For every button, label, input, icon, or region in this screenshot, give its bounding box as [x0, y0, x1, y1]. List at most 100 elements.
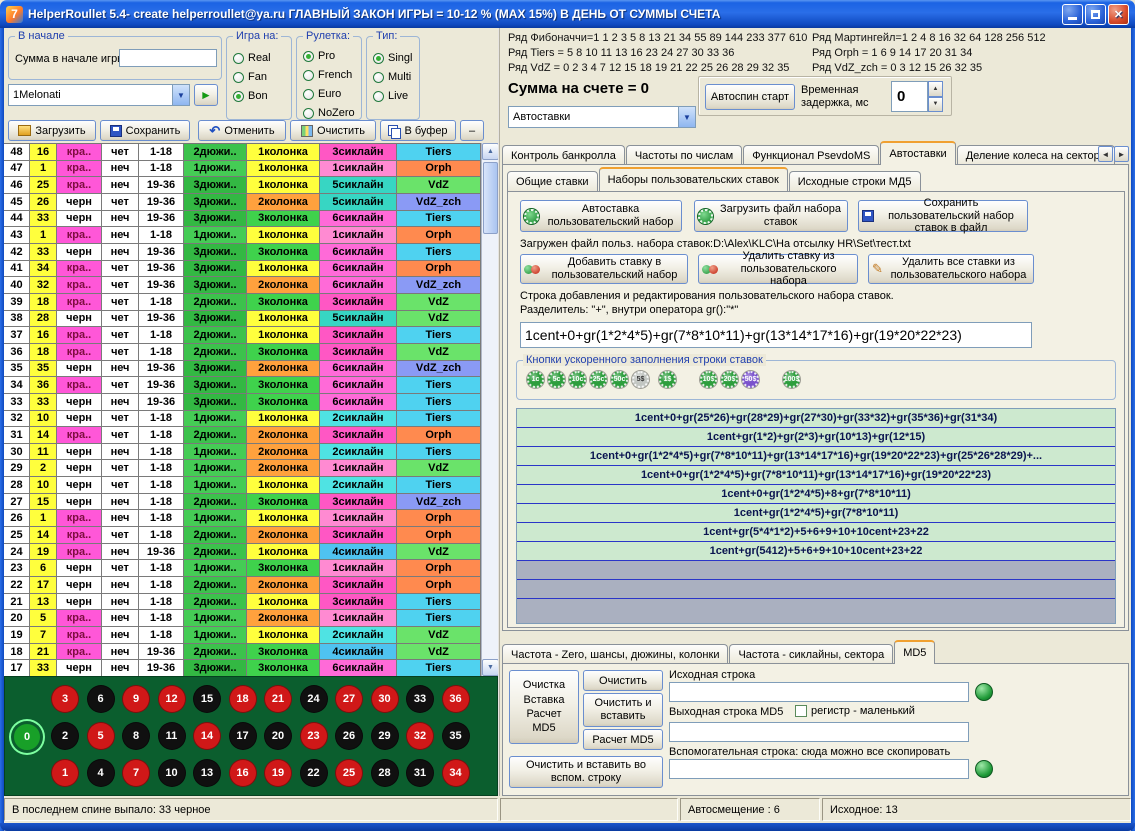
save-bet-file-button[interactable]: Сохранить пользовательский набор ставок … [858, 200, 1028, 232]
board-number-9[interactable]: 9 [122, 685, 150, 713]
board-number-7[interactable]: 7 [122, 759, 150, 787]
board-number-0[interactable]: 0 [13, 723, 41, 751]
history-row[interactable]: 4233черннеч19-363дюжи..3колонка6сиклайнT… [4, 244, 481, 261]
undo-button[interactable]: ↶Отменить [198, 120, 286, 141]
history-row[interactable]: 2514кра..чет1-182дюжи..2колонка3сиклайнO… [4, 527, 481, 544]
main-tab-3[interactable]: Автоставки [880, 141, 955, 165]
mode-combobox[interactable]: Автоставки ▼ [508, 106, 696, 128]
bet-list-item[interactable]: 1cent+0+gr(25*26)+gr(28*29)+gr(27*30)+gr… [517, 409, 1115, 428]
load-button[interactable]: Загрузить [8, 120, 96, 141]
bet-list-item[interactable]: 1cent+gr(1*2*4*5)+gr(7*8*10*11) [517, 504, 1115, 523]
history-row[interactable]: 205кра..неч1-181дюжи..2колонка1сиклайнTi… [4, 610, 481, 627]
history-row[interactable]: 3535черннеч19-363дюжи..2колонка6сиклайнV… [4, 361, 481, 378]
chip-25c[interactable]: 25c [590, 371, 607, 388]
board-number-32[interactable]: 32 [406, 722, 434, 750]
chip-10$[interactable]: 10$ [700, 371, 717, 388]
sub-tab-1[interactable]: Наборы пользовательских ставок [599, 167, 788, 191]
bet-list-item[interactable]: 1cent+0+gr(1*2*4*5)+gr(7*8*10*11)+gr(13*… [517, 447, 1115, 466]
save-button[interactable]: Сохранить [100, 120, 190, 141]
history-row[interactable]: 3716кра..чет1-182дюжи..1колонка3сиклайнT… [4, 327, 481, 344]
md5-clear-paste-button[interactable]: Очистить и вставить [583, 693, 663, 727]
radio-french[interactable]: French [303, 67, 355, 83]
autostake-user-set-button[interactable]: Автоставка пользовательский набор [520, 200, 682, 232]
sub-tab-2[interactable]: Исходные строки МД5 [789, 171, 921, 191]
board-number-25[interactable]: 25 [335, 759, 363, 787]
md5-clear-button[interactable]: Очистить [583, 670, 663, 691]
board-number-3[interactable]: 3 [51, 685, 79, 713]
board-number-27[interactable]: 27 [335, 685, 363, 713]
board-number-15[interactable]: 15 [193, 685, 221, 713]
radio-euro[interactable]: Euro [303, 86, 355, 102]
scrollbar-thumb[interactable] [483, 162, 498, 234]
radio-multi[interactable]: Multi [373, 69, 412, 85]
minimize-button[interactable] [1062, 4, 1083, 25]
history-row[interactable]: 2419кра..неч19-362дюжи..1колонка4сиклайн… [4, 544, 481, 561]
radio-nozero[interactable]: NoZero [303, 105, 355, 121]
board-number-23[interactable]: 23 [300, 722, 328, 750]
sub-tab-0[interactable]: Общие ставки [507, 171, 598, 191]
main-tab-4[interactable]: Деление колеса на сектора [957, 145, 1115, 165]
md5-aux-input[interactable] [669, 759, 969, 779]
radio-pro[interactable]: Pro [303, 48, 355, 64]
board-number-6[interactable]: 6 [87, 685, 115, 713]
bet-string-input[interactable]: 1cent+0+gr(1*2*4*5)+gr(7*8*10*11)+gr(13*… [520, 322, 1032, 348]
history-row[interactable]: 3333черннеч19-363дюжи..3колонка6сиклайнT… [4, 394, 481, 411]
bottom-tab-1[interactable]: Частота - сиклайны, сектора [729, 644, 893, 664]
spinner-down-icon[interactable]: ▼ [928, 97, 943, 113]
bottom-tab-2[interactable]: MD5 [894, 640, 935, 664]
history-row[interactable]: 4032кра..чет19-363дюжи..2колонка6сиклайн… [4, 277, 481, 294]
history-row[interactable]: 2217черннеч1-182дюжи..2колонка3сиклайнOr… [4, 577, 481, 594]
main-tab-2[interactable]: Функционал PsevdoMS [743, 145, 879, 165]
board-number-36[interactable]: 36 [442, 685, 470, 713]
board-number-13[interactable]: 13 [193, 759, 221, 787]
checkbox-icon[interactable] [795, 705, 807, 717]
board-number-19[interactable]: 19 [264, 759, 292, 787]
history-row[interactable]: 236чернчет1-181дюжи..3колонка1сиклайнOrp… [4, 560, 481, 577]
board-number-21[interactable]: 21 [264, 685, 292, 713]
bet-list-item[interactable]: 1cent+0+gr(1*2*4*5)+8+gr(7*8*10*11) [517, 485, 1115, 504]
bottom-tab-0[interactable]: Частота - Zero, шансы, дюжины, колонки [502, 644, 728, 664]
radio-singl[interactable]: Singl [373, 50, 412, 66]
register-checkbox-row[interactable]: регистр - маленький [795, 705, 915, 717]
add-bet-button[interactable]: Добавить ставку в пользовательский набор [520, 254, 688, 284]
spinner-up-icon[interactable]: ▲ [928, 81, 943, 97]
chip-50c[interactable]: 50c [611, 371, 628, 388]
title-bar[interactable]: 7 HelperRoullet 5.4- create helperroulle… [0, 0, 1135, 28]
chip-100$[interactable]: 100$ [783, 371, 800, 388]
copy-buffer-button[interactable]: В буфер [380, 120, 456, 141]
board-number-12[interactable]: 12 [158, 685, 186, 713]
collapse-button[interactable]: – [460, 120, 484, 141]
history-row[interactable]: 3011черннеч1-181дюжи..2колонка2сиклайнTi… [4, 444, 481, 461]
radio-bon[interactable]: Bon [233, 88, 271, 104]
board-number-30[interactable]: 30 [371, 685, 399, 713]
maximize-button[interactable] [1085, 4, 1106, 25]
history-row[interactable]: 2810чернчет1-181дюжи..1колонка2сиклайнTi… [4, 477, 481, 494]
history-row[interactable]: 292чернчет1-181дюжи..2колонка1сиклайнVdZ [4, 460, 481, 477]
board-number-26[interactable]: 26 [335, 722, 363, 750]
board-number-34[interactable]: 34 [442, 759, 470, 787]
md5-clear-paste-aux-button[interactable]: Очистить и вставить во вспом. строку [509, 756, 663, 788]
tabs-scroll-right-icon[interactable]: ► [1114, 146, 1129, 162]
history-row[interactable]: 3918кра..чет1-182дюжи..3колонка3сиклайнV… [4, 294, 481, 311]
board-number-31[interactable]: 31 [406, 759, 434, 787]
board-number-10[interactable]: 10 [158, 759, 186, 787]
radio-fan[interactable]: Fan [233, 69, 271, 85]
chip-5$[interactable]: 5$ [632, 371, 649, 388]
history-row[interactable]: 197кра..неч1-181дюжи..1колонка2сиклайнVd… [4, 627, 481, 644]
main-tab-1[interactable]: Частоты по числам [626, 145, 742, 165]
history-scrollbar[interactable]: ▲ ▼ [481, 143, 498, 676]
md5-output-input[interactable] [669, 722, 969, 742]
history-row[interactable]: 261кра..неч1-181дюжи..1колонка1сиклайнOr… [4, 510, 481, 527]
bet-list-item[interactable]: 1cent+gr(5*4*1*2)+5+6+9+10+10cent+23+22 [517, 523, 1115, 542]
remove-bet-button[interactable]: Удалить ставку из пользовательского набо… [698, 254, 858, 284]
board-number-28[interactable]: 28 [371, 759, 399, 787]
history-row[interactable]: 471кра..неч1-181дюжи..1колонка1сиклайнOr… [4, 161, 481, 178]
board-number-1[interactable]: 1 [51, 759, 79, 787]
board-number-16[interactable]: 16 [229, 759, 257, 787]
md5-source-input[interactable] [669, 682, 969, 702]
chip-1c[interactable]: 1c [527, 371, 544, 388]
history-row[interactable]: 3114кра..чет1-182дюжи..2колонка3сиклайнO… [4, 427, 481, 444]
play-button[interactable]: ► [194, 84, 218, 106]
board-number-35[interactable]: 35 [442, 722, 470, 750]
chip-1$[interactable]: 1$ [659, 371, 676, 388]
